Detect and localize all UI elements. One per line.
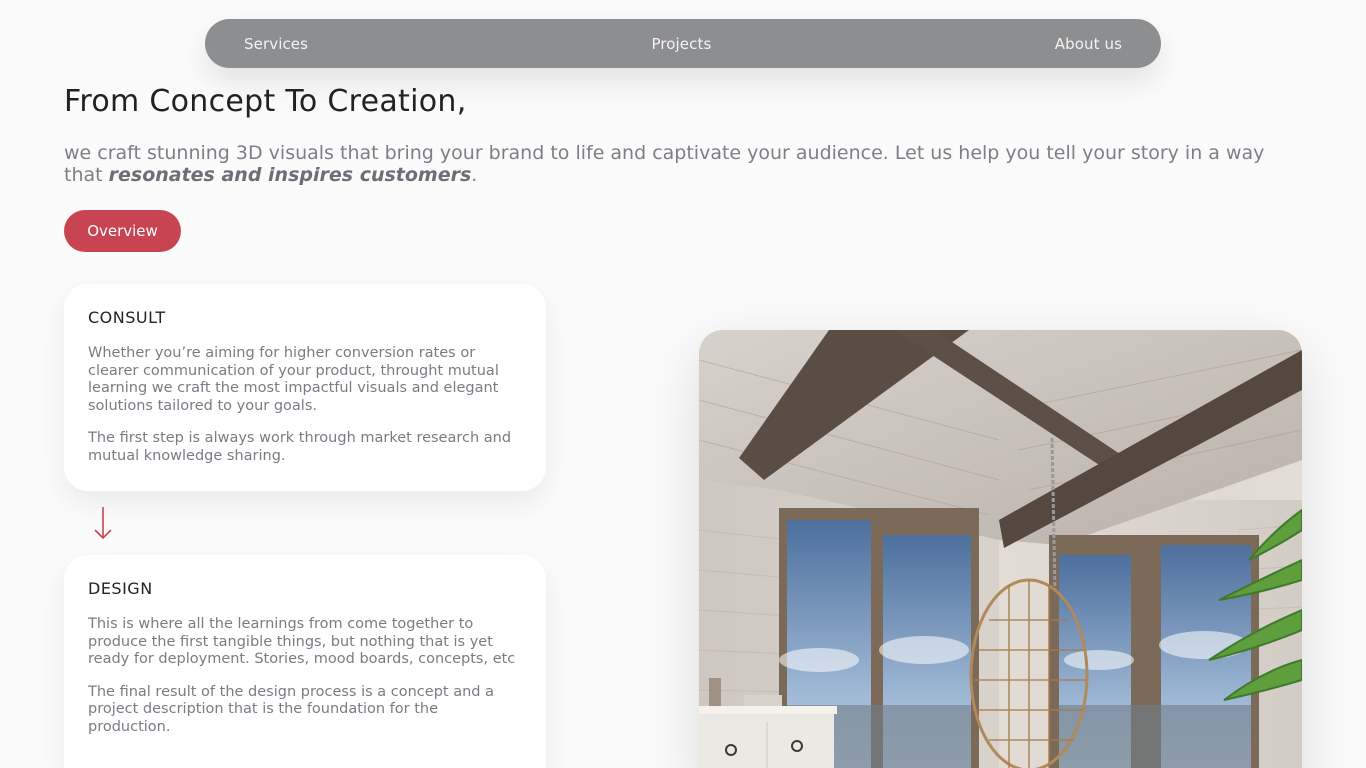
overview-button[interactable]: Overview [64,210,181,252]
hero-subtitle-end: . [471,164,478,186]
step-paragraph: The final result of the design process i… [88,683,494,735]
hero-subtitle: we craft stunning 3D visuals that bring … [64,142,1304,186]
step-card-consult: CONSULT Whether you’re aiming for higher… [64,284,546,491]
nav-projects-link[interactable]: Projects [651,35,711,53]
nav-about-link[interactable]: About us [1055,35,1122,53]
step-paragraph: Whether you’re aiming for higher convers… [88,345,499,414]
step-title: CONSULT [88,308,166,327]
step-title: DESIGN [88,579,153,598]
step-paragraph: The first step is always work through ma… [88,430,512,464]
arrow-down-icon [94,507,112,540]
hero-subtitle-emphasis: resonates and inspires customers [108,164,472,186]
nav-services-link[interactable]: Services [244,35,308,53]
step-paragraph: This is where all the learnings from com… [88,616,516,668]
interior-render-image [699,330,1302,768]
step-card-design: DESIGN This is where all the learnings f… [64,555,546,768]
top-nav: Services Projects About us [205,19,1161,68]
hero-title: From Concept To Creation, [64,84,467,119]
